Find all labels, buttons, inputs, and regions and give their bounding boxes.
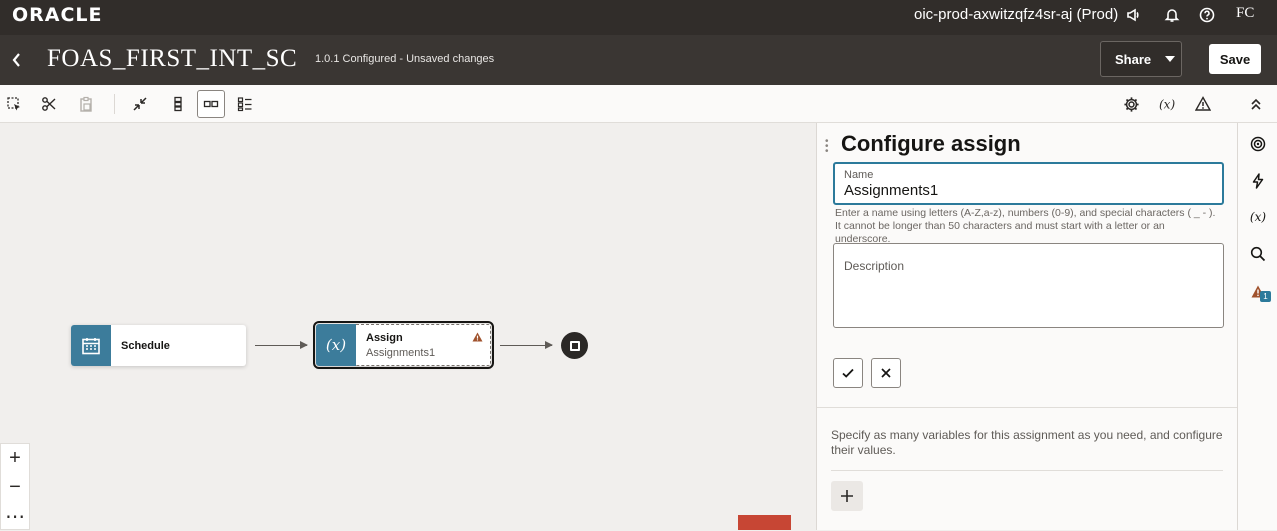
schedule-node-text: Schedule [111,325,170,366]
search-icon[interactable] [1246,242,1270,266]
chevron-down-icon [1165,56,1176,62]
back-chevron-icon[interactable] [10,50,24,70]
zoom-in-button[interactable]: + [1,444,29,473]
integration-title-bar: FOAS_FIRST_INT_SC 1.0.1 Configured - Uns… [0,35,1277,85]
environment-name: oic-prod-axwitzqfz4sr-aj (Prod) [914,6,1119,23]
select-icon[interactable] [0,90,28,118]
divider [817,407,1237,408]
more-options-button[interactable]: ⋯ [1,502,29,531]
right-rail: (𝑥) 1 [1237,123,1277,530]
node-title: Schedule [121,339,170,352]
horizontal-layout-icon[interactable] [197,90,225,118]
calendar-icon [71,325,111,366]
assign-node[interactable]: (𝑥) Assign Assignments1 [313,321,494,369]
warning-icon[interactable] [472,329,483,347]
end-node-stop-icon[interactable] [561,332,588,359]
collapse-icon[interactable] [126,90,154,118]
settings-icon[interactable] [1117,90,1145,118]
confirm-button[interactable] [833,358,863,388]
target-icon[interactable] [1246,132,1270,156]
share-label: Share [1115,51,1152,67]
paste-icon[interactable] [72,90,100,118]
add-variable-button[interactable] [831,481,863,511]
toolbar-divider [114,94,115,114]
divider [831,470,1223,471]
vertical-layout-icon[interactable] [164,90,192,118]
oracle-logo: ORACLE [12,4,103,26]
version-status: 1.0.1 Configured - Unsaved changes [315,53,495,65]
canvas-toolbar: (𝑥) [0,85,1277,123]
integration-canvas[interactable]: Schedule (𝑥) Assign Assignments1 + − ⋯ [0,123,816,530]
user-avatar[interactable]: FC [1236,5,1254,22]
help-icon[interactable] [1198,6,1218,26]
connector-arrow [255,341,308,349]
schedule-node[interactable]: Schedule [71,325,246,366]
notifications-bell-icon[interactable] [1163,6,1183,26]
pseudo-view-icon[interactable] [231,90,259,118]
zoom-out-button[interactable]: − [1,473,29,502]
global-header: ORACLE oic-prod-axwitzqfz4sr-aj (Prod) F… [0,0,1277,35]
name-label: Name [844,169,874,181]
warning-icon[interactable]: 1 [1246,279,1271,303]
assign-node-text: Assign Assignments1 [356,324,491,366]
zoom-controls: + − ⋯ [0,443,30,530]
integration-name: FOAS_FIRST_INT_SC [47,45,298,72]
connector-arrow [500,341,553,349]
save-button[interactable]: Save [1209,44,1261,74]
configure-assign-panel: • • • Configure assign Name Assignments1 E… [816,123,1237,530]
announcement-icon[interactable] [1125,6,1145,26]
cancel-button[interactable] [871,358,901,388]
close-icon [881,368,891,378]
collapse-up-icon[interactable] [1242,90,1270,118]
plus-icon [841,490,853,502]
lightning-icon[interactable] [1246,169,1270,193]
variable-icon: (𝑥) [316,324,356,366]
share-button[interactable]: Share [1100,41,1182,77]
panel-title: Configure assign [841,131,1021,156]
variable-icon[interactable]: (𝑥) [1246,205,1270,229]
description-field[interactable]: Description [833,243,1224,328]
name-input[interactable]: Assignments1 [844,182,938,199]
svg-text:(𝑥): (𝑥) [1159,98,1175,112]
drag-handle-icon[interactable]: • • • [825,137,829,157]
warning-count-badge: 1 [1260,291,1271,302]
tracking-icon[interactable]: (𝑥) [1153,90,1181,118]
name-field[interactable]: Name Assignments1 [833,162,1224,205]
assignment-help-text: Specify as many variables for this assig… [831,428,1223,457]
name-help-text: Enter a name using letters (A-Z,a-z), nu… [835,207,1216,245]
cut-icon[interactable] [35,90,63,118]
warning-icon[interactable] [1189,90,1217,118]
notification-toast-edge[interactable] [738,515,791,530]
description-label: Description [844,259,905,273]
checkmark-icon [842,368,854,378]
node-subtitle: Assignments1 [366,346,436,359]
